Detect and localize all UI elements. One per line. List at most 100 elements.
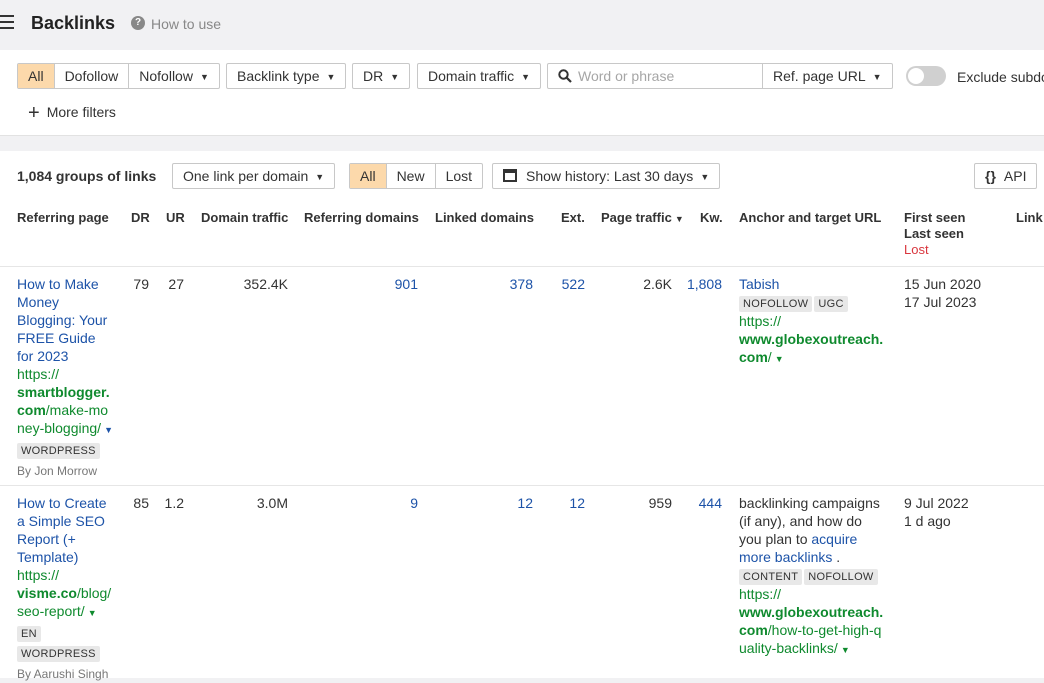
- col-dr[interactable]: DR: [131, 210, 150, 225]
- status-segment: All New Lost: [349, 163, 484, 189]
- anchor-text[interactable]: Tabish: [739, 275, 899, 293]
- status-lost[interactable]: Lost: [436, 164, 482, 188]
- dr-dropdown[interactable]: DR ▼: [352, 63, 411, 89]
- ext-value[interactable]: 522: [545, 275, 585, 293]
- caret-down-icon[interactable]: ▼: [88, 608, 97, 618]
- groups-count: 1,084 groups of links: [17, 168, 157, 184]
- status-new[interactable]: New: [387, 164, 436, 188]
- col-referring-domains[interactable]: Referring domains: [304, 210, 419, 225]
- exclude-subdomains-label: Exclude subdo: [957, 69, 1044, 85]
- linked-domains-value[interactable]: 12: [445, 494, 533, 512]
- caret-down-icon[interactable]: ▼: [775, 354, 784, 364]
- title-line: Template): [17, 549, 79, 565]
- first-seen-value: 9 Jul 2022: [904, 495, 969, 511]
- menu-icon[interactable]: [0, 15, 16, 31]
- col-page-traffic[interactable]: Page traffic ▼: [601, 210, 684, 225]
- url-path: seo-report/: [17, 603, 85, 619]
- url-path: /make-mo: [45, 402, 109, 418]
- first-seen-value: 15 Jun 2020: [904, 276, 982, 292]
- kw-value[interactable]: 1,808: [680, 275, 722, 293]
- api-button[interactable]: {} API: [974, 163, 1038, 189]
- caret-down-icon: ▼: [199, 72, 209, 82]
- page-title: Backlinks: [31, 13, 116, 33]
- history-dropdown[interactable]: Show history: Last 30 days ▼: [492, 163, 721, 189]
- sort-desc-icon: ▼: [674, 214, 684, 224]
- api-label: API: [1003, 168, 1027, 184]
- backlink-type-dropdown[interactable]: Backlink type ▼: [226, 63, 347, 89]
- referring-page-url[interactable]: https:// visme.co/blog/ seo-report/▼: [17, 566, 127, 622]
- filters-panel: All Dofollow Nofollow ▼ Backlink type ▼ DR…: [0, 50, 1044, 136]
- ur-value: 27: [168, 276, 184, 292]
- target-url[interactable]: https:// www.globexoutreach. com/▼: [739, 312, 899, 368]
- caret-down-icon[interactable]: ▼: [841, 645, 850, 655]
- referring-domains-value[interactable]: 9: [330, 494, 418, 512]
- url-path: uality-backlinks/: [739, 640, 838, 656]
- title-line: Money: [17, 294, 60, 310]
- search-input[interactable]: [578, 67, 758, 85]
- more-filters-button[interactable]: + More filters: [28, 102, 116, 125]
- col-lost: Lost: [904, 242, 929, 257]
- caret-down-icon: ▼: [700, 172, 710, 182]
- search-scope-dropdown[interactable]: Ref. page URL ▼: [762, 63, 893, 89]
- segment-all[interactable]: All: [18, 64, 55, 88]
- col-ur[interactable]: UR: [166, 210, 185, 225]
- referring-page-title[interactable]: How to Create a Simple SEO Report (+ Tem…: [17, 494, 127, 566]
- page-traffic-value: 2.6K: [643, 276, 672, 292]
- url-prefix: https://: [17, 366, 60, 382]
- col-ext[interactable]: Ext.: [561, 210, 585, 225]
- language-badge: EN: [17, 626, 41, 642]
- exclude-subdomains-toggle[interactable]: [906, 66, 946, 86]
- dr-value: 85: [133, 495, 149, 511]
- segment-dofollow[interactable]: Dofollow: [55, 64, 130, 88]
- row-separator: [0, 485, 1044, 486]
- caret-down-icon: ▼: [326, 72, 336, 82]
- grouping-dropdown[interactable]: One link per domain ▼: [172, 163, 336, 189]
- last-seen-value: 17 Jul 2023: [904, 294, 977, 310]
- anchor-context: backlinking campaigns: [739, 495, 880, 511]
- ext-value[interactable]: 12: [545, 494, 585, 512]
- search-box: [547, 63, 763, 89]
- plus-icon: +: [28, 102, 40, 124]
- url-path: /: [767, 349, 772, 365]
- linked-domains-value[interactable]: 378: [445, 275, 533, 293]
- caret-down-icon: ▼: [390, 72, 400, 82]
- how-to-use-link[interactable]: How to use: [151, 16, 221, 32]
- col-anchor[interactable]: Anchor and target URL: [739, 210, 881, 225]
- link-attr-badge: NOFOLLOW: [804, 569, 878, 585]
- search-scope-label: Ref. page URL: [773, 68, 866, 84]
- dr-label: DR: [363, 68, 384, 84]
- backlink-type-label: Backlink type: [237, 68, 320, 84]
- anchor-cell: Tabish NOFOLLOW UGC https:// www.globexou…: [739, 275, 899, 368]
- target-url[interactable]: https:// www.globexoutreach. com/how-to-…: [739, 585, 899, 659]
- col-kw[interactable]: Kw.: [700, 210, 723, 225]
- author: By Jon Morrow: [17, 464, 98, 478]
- domain-traffic-label: Domain traffic: [428, 68, 515, 84]
- nofollow-dropdown[interactable]: Nofollow ▼: [129, 64, 219, 88]
- col-linked-domains[interactable]: Linked domains: [435, 210, 534, 225]
- anchor-text[interactable]: acquire: [811, 531, 857, 547]
- referring-page-url[interactable]: https:// smartblogger. com/make-mo ney-b…: [17, 365, 127, 439]
- anchor-text[interactable]: more backlinks: [739, 549, 832, 565]
- col-domain-traffic[interactable]: Domain traffic: [201, 210, 288, 225]
- author: By Aarushi Singh: [17, 667, 109, 681]
- question-circle-icon[interactable]: ?: [131, 16, 145, 30]
- col-referring-page[interactable]: Referring page: [17, 210, 109, 225]
- dr-value: 79: [133, 276, 149, 292]
- referring-page-title[interactable]: How to Make Money Blogging: Your FREE Gu…: [17, 275, 127, 365]
- caret-down-icon[interactable]: ▼: [104, 425, 113, 435]
- status-all[interactable]: All: [350, 164, 387, 188]
- col-seen[interactable]: First seen Last seen Lost: [904, 210, 965, 258]
- title-line: a Simple SEO: [17, 513, 105, 529]
- kw-value[interactable]: 444: [680, 494, 722, 512]
- referring-domains-value[interactable]: 901: [330, 275, 418, 293]
- row-separator: [0, 266, 1044, 267]
- last-seen-value: 1 d ago: [904, 513, 951, 529]
- title-line: How to Create: [17, 495, 107, 511]
- domain-traffic-dropdown[interactable]: Domain traffic ▼: [417, 63, 542, 89]
- caret-down-icon: ▼: [872, 72, 882, 82]
- col-first-seen: First seen: [904, 210, 966, 225]
- results-panel: 1,084 groups of links One link per domai…: [0, 151, 1044, 681]
- col-links[interactable]: Link: [1016, 210, 1043, 225]
- anchor-context: .: [832, 549, 841, 565]
- title-line: Blogging: Your: [17, 312, 108, 328]
